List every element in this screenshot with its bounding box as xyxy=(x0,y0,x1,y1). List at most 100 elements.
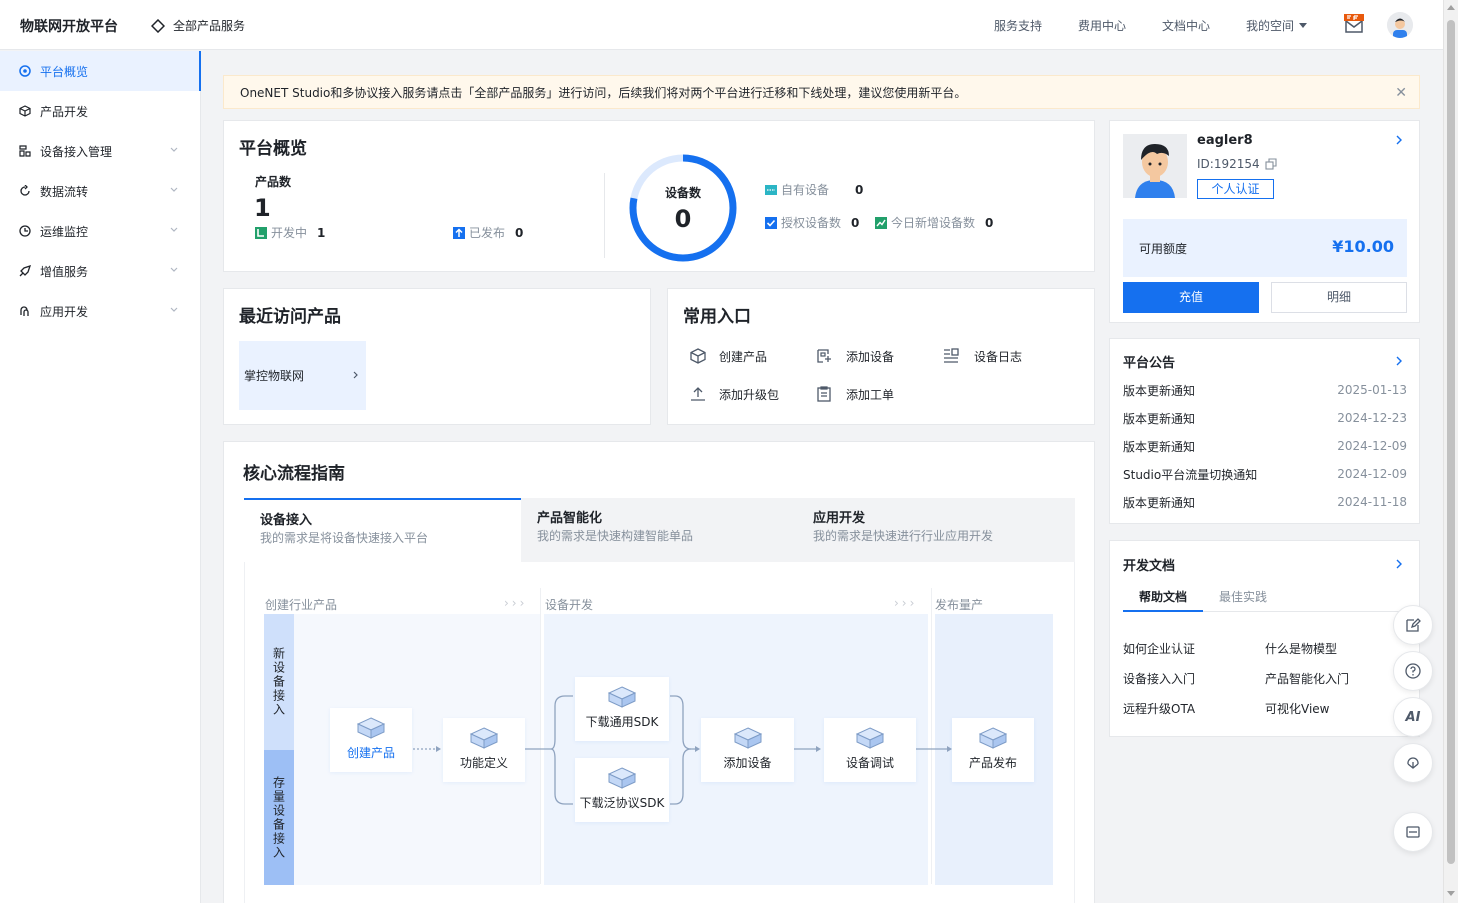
device-count-value: 0 xyxy=(674,205,692,233)
help-button[interactable] xyxy=(1393,651,1433,691)
add-device-icon xyxy=(817,349,831,363)
sidebar-item-product-dev[interactable]: 产品开发 xyxy=(0,91,200,131)
my-space-dropdown[interactable]: 我的空间 xyxy=(1246,17,1307,34)
doc-link[interactable]: 设备接入入门 xyxy=(1123,670,1195,687)
announcement-date: 2024-12-23 xyxy=(1337,411,1407,425)
device-icon xyxy=(18,144,32,158)
shortcut-create-product[interactable]: 创建产品 xyxy=(689,347,767,365)
announcement-item[interactable]: 版本更新通知 2024-12-09 xyxy=(1123,432,1407,460)
flow-node-publish[interactable]: 产品发布 xyxy=(952,718,1034,782)
published-stat: 已发布 0 xyxy=(453,224,523,241)
sidebar-item-app-dev[interactable]: 应用开发 xyxy=(0,291,200,331)
nav-service-support[interactable]: 服务支持 xyxy=(994,17,1042,34)
collapse-panel-button[interactable] xyxy=(1393,812,1433,852)
sidebar-item-label: 设备接入管理 xyxy=(40,144,113,159)
flow-node-create-product[interactable]: 创建产品 xyxy=(330,708,412,772)
user-avatar-small[interactable] xyxy=(1387,12,1413,38)
shortcut-device-log[interactable]: 设备日志 xyxy=(942,347,1022,365)
message-icon[interactable] xyxy=(1343,14,1365,36)
sidebar-item-device-access[interactable]: 设备接入管理 xyxy=(0,131,200,171)
flow-node-device-debug[interactable]: 设备调试 xyxy=(824,718,916,782)
doc-link[interactable]: 产品智能化入门 xyxy=(1265,670,1349,687)
announcement-title: 版本更新通知 xyxy=(1123,411,1196,426)
announcement-item[interactable]: Studio平台流量切换通知 2024-12-09 xyxy=(1123,460,1407,488)
announcement-item[interactable]: 版本更新通知 2025-01-13 xyxy=(1123,376,1407,404)
all-services-label: 全部产品服务 xyxy=(173,19,246,33)
doc-link[interactable]: 远程升级OTA xyxy=(1123,700,1195,717)
announcement-date: 2024-12-09 xyxy=(1337,439,1407,453)
edit-icon xyxy=(1406,618,1421,632)
service-button[interactable] xyxy=(1393,743,1433,783)
recent-product-item[interactable]: 掌控物联网 xyxy=(239,341,366,410)
announcement-date: 2024-11-18 xyxy=(1337,495,1407,509)
shortcut-add-upgrade-package[interactable]: 添加升级包 xyxy=(689,385,779,403)
rocket-icon xyxy=(18,264,32,278)
chevron-down-icon xyxy=(170,187,178,192)
developing-label: 开发中 xyxy=(271,226,308,240)
log-icon xyxy=(944,348,959,363)
announcement-title: Studio平台流量切换通知 xyxy=(1123,467,1258,482)
brand-title[interactable]: 物联网开放平台 xyxy=(20,16,118,36)
doc-link[interactable]: 什么是物模型 xyxy=(1265,640,1337,657)
detail-button[interactable]: 明细 xyxy=(1271,282,1407,313)
chevron-right-icon[interactable] xyxy=(1396,356,1402,366)
close-icon[interactable]: ✕ xyxy=(1395,85,1407,101)
top-nav: 服务支持 费用中心 文档中心 我的空间 xyxy=(994,0,1413,50)
flow-node-add-device[interactable]: 添加设备 xyxy=(701,718,794,782)
scroll-up-arrow-icon[interactable] xyxy=(1447,5,1455,10)
own-devices-value: 0 xyxy=(855,183,864,197)
flow-node-define-functions[interactable]: 功能定义 xyxy=(443,718,525,782)
chevron-right-icon[interactable] xyxy=(1396,135,1402,145)
node-label: 设备调试 xyxy=(845,756,894,770)
docs-tab-best-practice[interactable]: 最佳实践 xyxy=(1203,588,1283,612)
flow-node-download-sdk[interactable]: 下载通用SDK xyxy=(575,677,669,741)
announcement-item[interactable]: 版本更新通知 2024-12-23 xyxy=(1123,404,1407,432)
scroll-down-arrow-icon[interactable] xyxy=(1447,891,1455,896)
sidebar-item-label: 应用开发 xyxy=(40,304,89,319)
notice-banner: OneNET Studio和多协议接入服务请点击「全部产品服务」进行访问，后续我… xyxy=(223,75,1420,109)
sidebar-item-label: 增值服务 xyxy=(40,264,89,279)
cube-icon xyxy=(733,727,762,749)
sidebar-item-overview[interactable]: 平台概览 xyxy=(0,51,201,91)
copy-icon[interactable] xyxy=(1265,158,1277,170)
upload-icon xyxy=(691,387,705,401)
cube-icon xyxy=(855,727,885,749)
monitor-icon xyxy=(18,224,32,238)
cube-icon xyxy=(469,727,499,749)
ai-assistant-button[interactable]: AI xyxy=(1393,697,1433,737)
shortcut-add-device[interactable]: 添加设备 xyxy=(815,347,894,365)
docs-tab-help[interactable]: 帮助文档 xyxy=(1123,588,1203,612)
nav-docs-center[interactable]: 文档中心 xyxy=(1162,17,1210,34)
user-name: eagler8 xyxy=(1197,133,1253,148)
doc-link[interactable]: 如何企业认证 xyxy=(1123,640,1195,657)
cube-outline-icon xyxy=(690,348,706,364)
node-label: 添加设备 xyxy=(723,756,772,770)
flow-node-download-multi-sdk[interactable]: 下载泛协议SDK xyxy=(575,758,669,822)
scroll-thumb[interactable] xyxy=(1447,20,1455,864)
chevron-right-icon[interactable] xyxy=(1396,559,1402,569)
overview-title: 平台概览 xyxy=(239,139,307,159)
sidebar-item-label: 数据流转 xyxy=(40,184,89,199)
chevron-down-icon xyxy=(170,147,178,152)
doc-link[interactable]: 可视化View xyxy=(1265,700,1329,717)
sidebar-item-data-flow[interactable]: 数据流转 xyxy=(0,171,200,211)
all-services-button[interactable]: 全部产品服务 xyxy=(151,17,245,34)
sidebar-item-label: 产品开发 xyxy=(40,104,89,119)
shortcut-add-ticket[interactable]: 添加工单 xyxy=(815,385,894,403)
chevron-right-icon xyxy=(353,371,358,379)
feedback-button[interactable] xyxy=(1393,605,1433,645)
recharge-button[interactable]: 充值 xyxy=(1123,282,1259,313)
sdk-icon xyxy=(607,767,637,789)
node-label: 下载通用SDK xyxy=(585,715,659,729)
divider xyxy=(604,173,605,258)
page-scrollbar[interactable] xyxy=(1443,0,1458,903)
sidebar-item-value-added[interactable]: 增值服务 xyxy=(0,251,200,291)
sidebar-item-monitoring[interactable]: 运维监控 xyxy=(0,211,200,251)
verify-badge[interactable]: 个人认证 xyxy=(1197,179,1274,199)
chevron-down-icon xyxy=(170,227,178,232)
node-label: 功能定义 xyxy=(459,756,508,770)
announcement-title: 版本更新通知 xyxy=(1123,439,1196,454)
announcement-item[interactable]: 版本更新通知 2024-11-18 xyxy=(1123,488,1407,516)
nav-billing-center[interactable]: 费用中心 xyxy=(1078,17,1126,34)
cube-icon xyxy=(356,717,386,739)
